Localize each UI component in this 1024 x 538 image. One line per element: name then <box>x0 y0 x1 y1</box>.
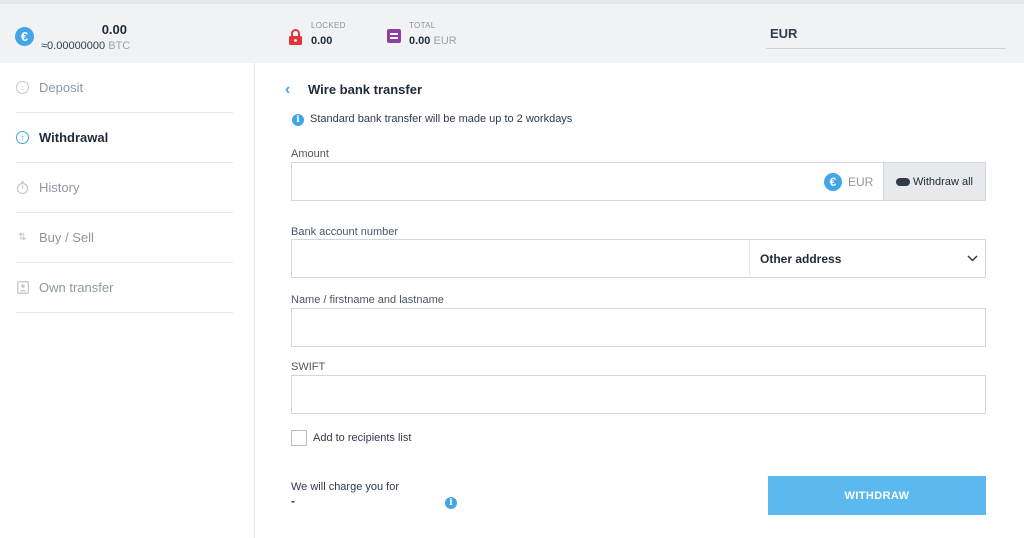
top-bar: € 0.00 ≈0.00000000 BTC LOCKED 0.00 TOTAL… <box>0 0 1024 63</box>
deposit-icon: ↓ <box>16 81 29 94</box>
coins-icon <box>896 177 911 186</box>
sidebar-item-label: Deposit <box>39 80 84 95</box>
currency-select[interactable]: EUR <box>766 26 1006 49</box>
amount-input[interactable] <box>291 162 986 201</box>
withdraw-button[interactable]: WITHDRAW <box>768 476 986 515</box>
chevron-down-icon <box>967 255 978 262</box>
balance-btc: ≈0.00000000 BTC <box>41 40 130 52</box>
amount-currency: € EUR <box>824 173 873 191</box>
bank-account-label: Bank account number <box>291 226 399 238</box>
recipients-checkbox[interactable] <box>291 430 307 446</box>
locked-label: LOCKED <box>311 21 346 30</box>
total-unit: EUR <box>433 35 457 47</box>
page-title: Wire bank transfer <box>308 82 423 97</box>
swap-arrows-icon: ⇅ <box>18 232 27 243</box>
sidebar-item-own-transfer[interactable]: Own transfer <box>16 263 233 313</box>
balance-btc-unit: BTC <box>108 40 131 52</box>
sidebar-item-label: Withdrawal <box>39 130 109 145</box>
sidebar-item-deposit[interactable]: ↓ Deposit <box>16 63 233 113</box>
withdraw-all-label: Withdraw all <box>913 175 973 188</box>
amount-label: Amount <box>291 148 329 160</box>
sidebar: ↓ Deposit ↑ Withdrawal History ⇅ Buy / S… <box>0 63 255 538</box>
address-select[interactable]: Other address <box>749 239 986 278</box>
stopwatch-icon <box>16 181 29 194</box>
sidebar-item-withdrawal[interactable]: ↑ Withdrawal <box>16 113 233 163</box>
withdrawal-icon: ↑ <box>16 131 29 144</box>
charge-info-icon[interactable]: i <box>445 497 457 509</box>
info-text: Standard bank transfer will be made up t… <box>310 113 573 125</box>
name-input[interactable] <box>291 308 986 347</box>
info-icon: i <box>292 114 304 126</box>
name-label: Name / firstname and lastname <box>291 294 444 306</box>
swift-label: SWIFT <box>291 361 326 373</box>
charge-label: We will charge you for <box>291 481 400 493</box>
back-chevron-icon[interactable]: ‹ <box>285 81 290 99</box>
sidebar-item-label: Own transfer <box>39 280 114 295</box>
amount-currency-label: EUR <box>848 175 874 189</box>
euro-icon: € <box>15 27 34 46</box>
charge-value: - <box>291 494 295 508</box>
total-label: TOTAL <box>409 21 436 30</box>
sidebar-item-label: Buy / Sell <box>39 230 94 245</box>
contact-card-icon <box>16 281 29 294</box>
sidebar-item-label: History <box>39 180 80 195</box>
swift-input[interactable] <box>291 375 986 414</box>
sidebar-item-history[interactable]: History <box>16 163 233 213</box>
lock-icon <box>289 29 302 45</box>
withdraw-all-button[interactable]: Withdraw all <box>883 162 986 201</box>
recipients-checkbox-label[interactable]: Add to recipients list <box>313 432 411 444</box>
balance-amount: 0.00 <box>101 22 127 37</box>
address-select-value: Other address <box>760 251 842 266</box>
locked-value: 0.00 <box>311 35 333 47</box>
total-icon <box>387 29 401 43</box>
total-value: 0.00 EUR <box>409 35 457 47</box>
balance-btc-value: ≈0.00000000 <box>41 40 106 52</box>
total-amount: 0.00 <box>409 35 431 47</box>
euro-icon: € <box>824 173 842 191</box>
sidebar-item-buy-sell[interactable]: ⇅ Buy / Sell <box>16 213 233 263</box>
